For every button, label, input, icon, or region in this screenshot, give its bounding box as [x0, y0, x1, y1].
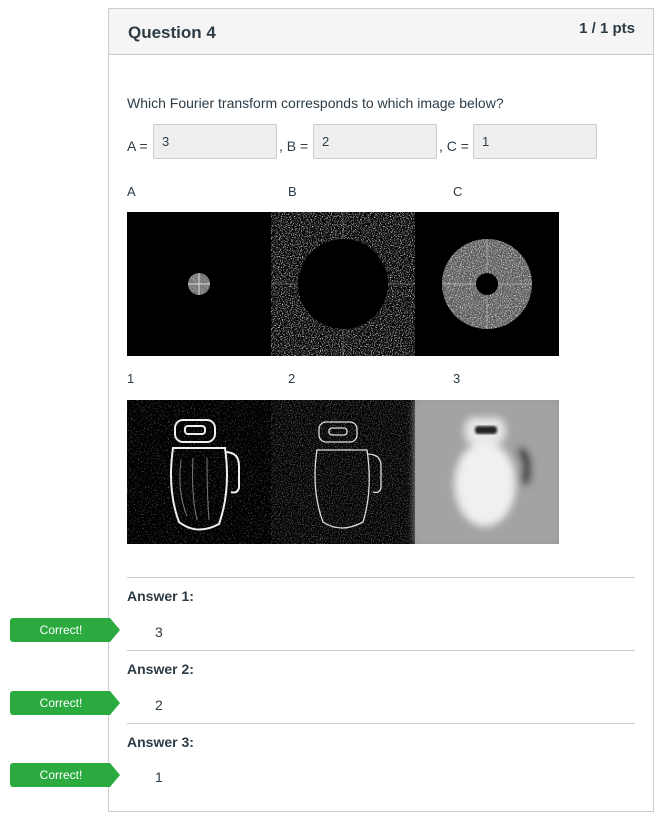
- input-label-a: A =: [127, 138, 148, 154]
- answer-2-title: Answer 2:: [127, 661, 194, 677]
- question-header: Question 4 1 / 1 pts: [109, 9, 653, 55]
- question-title: Question 4: [128, 23, 216, 42]
- divider: [127, 577, 635, 578]
- answer-1-title: Answer 1:: [127, 588, 194, 604]
- figure-label-1: 1: [127, 371, 135, 386]
- figure-label-a: A: [127, 184, 136, 199]
- answer-input-b[interactable]: 2: [313, 124, 437, 159]
- divider: [127, 650, 635, 651]
- answer-input-a[interactable]: 3: [153, 124, 277, 159]
- correct-badge-2: Correct!: [10, 691, 120, 715]
- spectrum-a-lowpass: [188, 273, 210, 295]
- correct-badge-1: Correct!: [10, 618, 120, 642]
- divider: [127, 723, 635, 724]
- filtered-image-1: [127, 400, 271, 544]
- input-label-c: , C =: [439, 138, 469, 154]
- quiz-question-card: Question 4 1 / 1 pts Which Fourier trans…: [108, 8, 654, 812]
- fourier-spectra-image: [127, 212, 559, 356]
- filtered-image-2: [271, 400, 415, 544]
- answer-2-value: 2: [155, 697, 163, 713]
- question-text: Which Fourier transform corresponds to w…: [127, 95, 504, 111]
- answer-3-value: 1: [155, 769, 163, 785]
- question-points: 1 / 1 pts: [579, 20, 635, 37]
- correct-badge-3: Correct!: [10, 763, 120, 787]
- filtered-images: [127, 400, 559, 544]
- figure-label-b: B: [288, 184, 297, 199]
- answer-3-title: Answer 3:: [127, 734, 194, 750]
- figure-label-c: C: [453, 184, 463, 199]
- input-label-b: , B =: [279, 138, 309, 154]
- answer-input-c[interactable]: 1: [473, 124, 597, 159]
- filtered-image-3: [415, 400, 559, 544]
- spectrum-c-bandpass: [442, 239, 532, 329]
- figure-label-2: 2: [288, 371, 296, 386]
- figure-label-3: 3: [453, 371, 461, 386]
- answer-1-value: 3: [155, 624, 163, 640]
- spectrum-b-highpass: [271, 212, 415, 356]
